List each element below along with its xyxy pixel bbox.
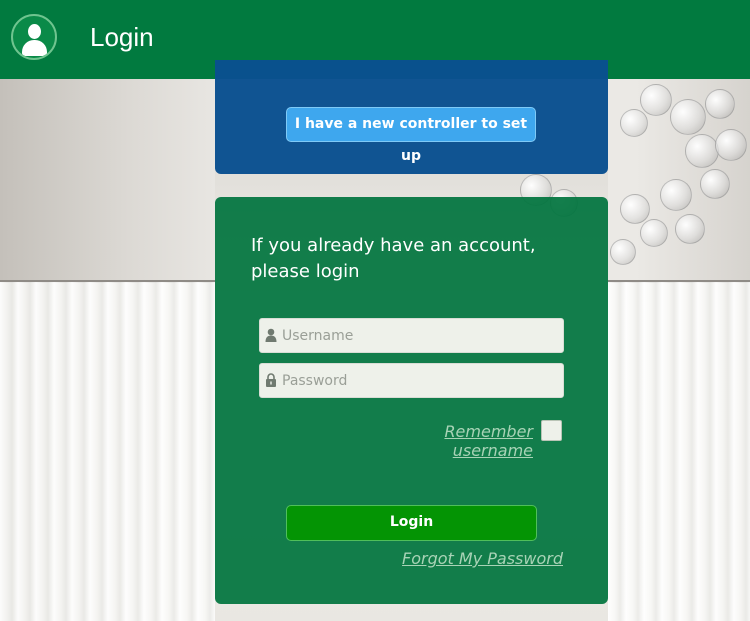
lock-icon bbox=[266, 373, 276, 387]
remember-username-label[interactable]: Remember username bbox=[380, 422, 533, 460]
remember-username-checkbox[interactable] bbox=[541, 420, 562, 441]
username-input[interactable] bbox=[282, 319, 557, 352]
curtain-left bbox=[0, 282, 215, 621]
login-intro-text: If you already have an account, please l… bbox=[251, 235, 536, 282]
forgot-password-link[interactable]: Forgot My Password bbox=[365, 549, 563, 568]
username-field[interactable] bbox=[259, 318, 564, 353]
new-controller-panel: I have a new controller to set up bbox=[215, 60, 608, 174]
curtain-right bbox=[608, 282, 750, 621]
page-title: Login bbox=[90, 22, 154, 52]
password-field[interactable] bbox=[259, 363, 564, 398]
login-button[interactable]: Login bbox=[286, 505, 537, 541]
user-icon[interactable] bbox=[11, 14, 57, 60]
login-panel: If you already have an account, please l… bbox=[215, 197, 608, 604]
user-icon bbox=[265, 328, 277, 342]
password-input[interactable] bbox=[282, 364, 557, 397]
new-controller-button[interactable]: I have a new controller to set up bbox=[286, 107, 536, 164]
